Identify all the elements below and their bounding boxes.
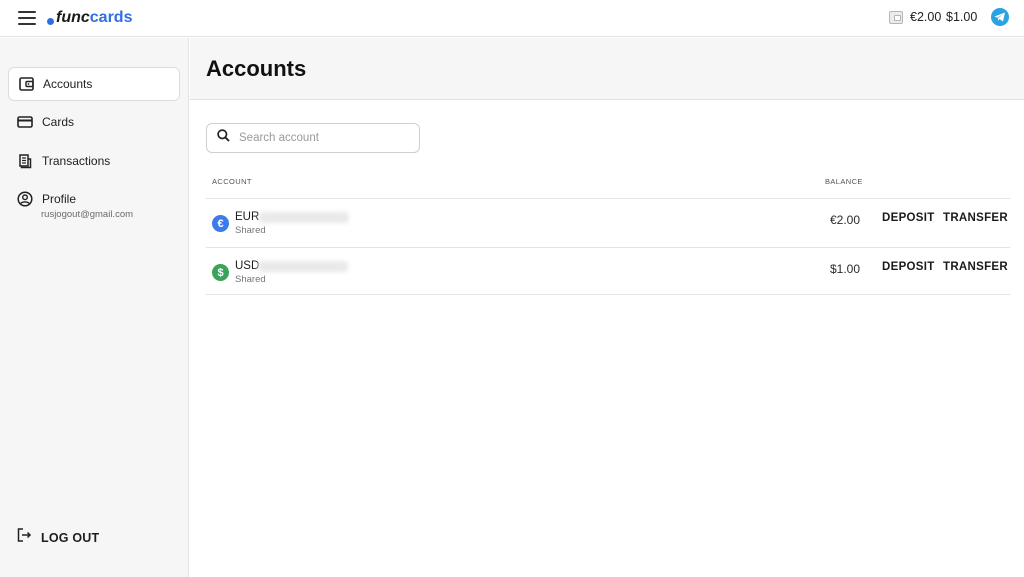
search-box[interactable]	[206, 123, 420, 153]
deposit-button[interactable]: DEPOSIT	[882, 212, 935, 224]
logo-dot	[47, 17, 54, 25]
logo-func-text: func	[56, 9, 90, 26]
page-title: Accounts	[206, 56, 307, 81]
telegram-icon[interactable]	[991, 8, 1009, 26]
account-number-redacted	[258, 261, 348, 272]
header-balance-usd: $1.00	[946, 10, 978, 24]
header-balance-eur: €2.00	[910, 10, 942, 24]
sidebar-item-label: Transactions	[42, 154, 111, 168]
search-icon	[217, 129, 230, 147]
account-type: Shared	[235, 274, 266, 285]
column-header-account: ACCOUNT	[212, 177, 252, 186]
dollar-icon: $	[212, 264, 229, 281]
top-bar: func cards €2.00 $1.00	[0, 0, 1024, 37]
logout-button[interactable]: LOG OUT	[17, 528, 99, 547]
wallet-icon	[889, 11, 903, 24]
sidebar-item-cards[interactable]: Cards	[8, 105, 180, 139]
wallet-icon	[18, 76, 34, 92]
sidebar-item-label: Accounts	[43, 77, 93, 91]
search-input[interactable]	[239, 132, 399, 144]
account-balance: €2.00	[829, 213, 860, 227]
account-currency: USD	[235, 260, 260, 272]
account-balance: $1.00	[829, 262, 860, 276]
logo[interactable]: func cards	[47, 6, 132, 30]
menu-icon[interactable]	[18, 11, 36, 25]
transfer-button[interactable]: TRANSFER	[943, 212, 1008, 224]
page-header: Accounts	[190, 38, 1024, 100]
credit-card-icon	[17, 114, 33, 130]
transfer-button[interactable]: TRANSFER	[943, 261, 1008, 273]
sidebar-item-accounts[interactable]: Accounts	[8, 67, 180, 101]
sidebar: Accounts Cards Transactions Profile rusj…	[0, 38, 189, 577]
user-circle-icon	[17, 191, 33, 207]
table-row[interactable]: $ USD Shared $1.00 DEPOSIT TRANSFER	[206, 247, 1010, 295]
sidebar-item-label: Cards	[42, 115, 75, 129]
deposit-button[interactable]: DEPOSIT	[882, 261, 935, 273]
logout-label: LOG OUT	[41, 530, 100, 545]
sidebar-item-transactions[interactable]: Transactions	[8, 144, 180, 178]
account-number-redacted	[259, 212, 349, 223]
receipt-icon	[17, 153, 33, 169]
column-header-balance: BALANCE	[825, 177, 863, 186]
account-type: Shared	[235, 225, 266, 236]
logout-icon	[17, 528, 32, 547]
euro-icon: €	[212, 215, 229, 232]
account-currency: EUR	[235, 211, 260, 223]
profile-email: rusjogout@gmail.com	[41, 209, 134, 220]
table-row[interactable]: € EUR Shared €2.00 DEPOSIT TRANSFER	[206, 198, 1010, 246]
logo-cards-text: cards	[89, 9, 133, 26]
sidebar-item-label: Profile	[42, 192, 77, 206]
